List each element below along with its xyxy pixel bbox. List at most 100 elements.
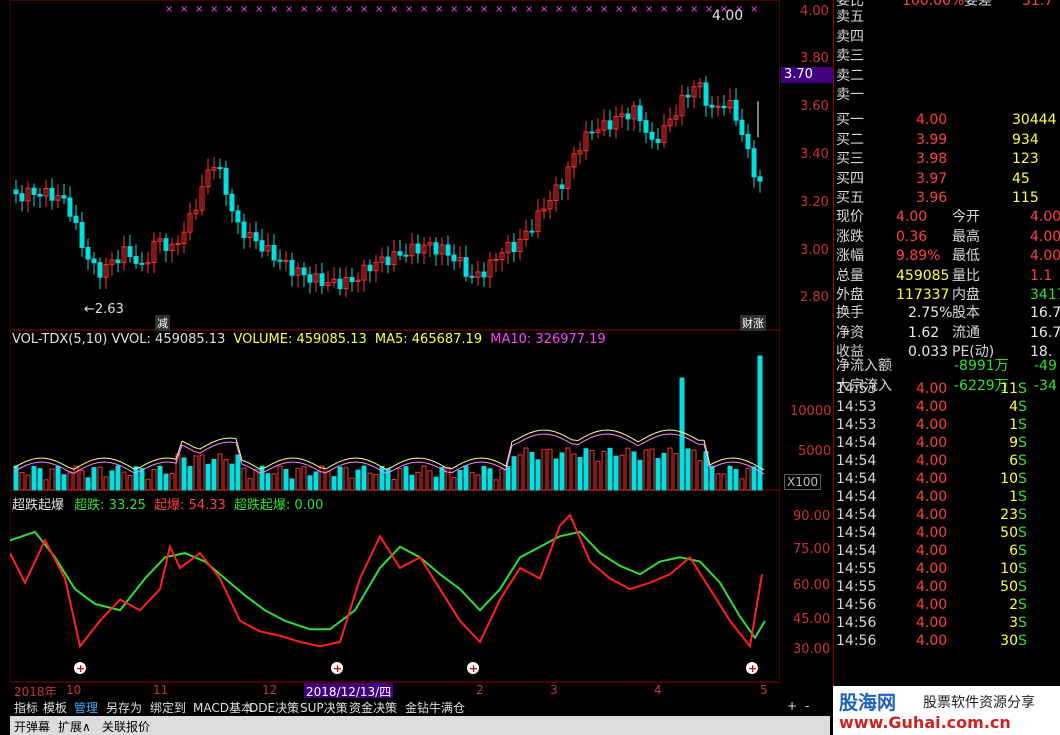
event-marker-caizhang[interactable]: 财涨	[740, 315, 766, 331]
tab-jinzuan[interactable]: 金钻牛满仓	[405, 699, 465, 716]
candle-body	[445, 244, 451, 256]
related-quote-button[interactable]: 关联报价	[102, 718, 150, 735]
y-tick: 3.20	[800, 195, 829, 210]
flow-row: 净流入额 -8991万 -49	[836, 358, 1057, 374]
volume-bar	[247, 478, 253, 491]
candle-body	[481, 271, 487, 278]
volume-bar	[217, 453, 223, 491]
tick-row: 14:55 4.00 10 S	[836, 561, 1027, 577]
volume-bar	[625, 447, 631, 491]
danmu-button[interactable]: 开弹幕	[14, 718, 50, 735]
volume-bar	[565, 447, 571, 491]
tab-moban[interactable]: 模板	[43, 699, 67, 716]
volume-bar	[37, 468, 43, 491]
signal-x: ×	[450, 4, 458, 15]
signal-x: ×	[660, 4, 668, 15]
y-tick: 4.00	[800, 4, 829, 19]
volume-bar	[391, 479, 397, 491]
tab-lingcunwei[interactable]: 另存为	[106, 699, 142, 716]
volume-bar	[475, 474, 481, 491]
candle-body	[451, 254, 457, 262]
volume-bar	[553, 458, 559, 491]
candle-body	[37, 193, 43, 197]
volume-bar	[403, 466, 409, 491]
event-marker-jian[interactable]: 减	[155, 315, 170, 331]
signal-x: ×	[510, 4, 518, 15]
volume-bar	[289, 478, 295, 491]
volume-bar	[397, 468, 403, 491]
candle-body	[625, 113, 631, 120]
candle-body	[223, 167, 229, 195]
signal-x: ×	[315, 4, 323, 15]
candle-body	[607, 120, 613, 130]
signal-x: ×	[165, 4, 173, 15]
volume-bar	[277, 465, 283, 491]
signal-x: ×	[495, 4, 503, 15]
volume-bar	[733, 469, 739, 491]
volume-bar	[607, 447, 613, 491]
ind-y-tick: 90.00	[793, 509, 831, 524]
sell-level: 卖三	[836, 48, 864, 64]
candle-body	[61, 195, 67, 199]
volume-bar	[271, 473, 277, 491]
expand-button[interactable]: 扩展∧	[58, 718, 91, 735]
x-label: 2	[476, 683, 484, 697]
signal-x: ×	[690, 4, 698, 15]
tab-zhibiao[interactable]: 指标	[14, 699, 38, 716]
candle-body	[73, 215, 79, 223]
candle-body	[97, 262, 103, 278]
volume-bar	[163, 473, 169, 491]
logo-brand: 股海网	[839, 692, 897, 714]
zoom-in-button[interactable]: +	[787, 699, 797, 713]
volume-bar	[727, 465, 733, 491]
high-price-label: 4.00	[712, 8, 744, 24]
candle-body	[655, 138, 661, 144]
tab-dde[interactable]: DDE决策	[249, 699, 299, 716]
candle-body	[397, 251, 403, 256]
candle-body	[733, 99, 739, 121]
signal-x: ×	[465, 4, 473, 15]
volume-bar	[691, 449, 697, 491]
volume-bar	[541, 449, 547, 491]
candle-body	[433, 242, 439, 255]
tab-zijin[interactable]: 资金决策	[349, 699, 397, 716]
candle-body	[163, 238, 169, 251]
volume-bar	[709, 465, 715, 491]
zoom-out-button[interactable]: -	[805, 699, 809, 713]
y-tick: 3.40	[800, 147, 829, 162]
volume-bar	[283, 468, 289, 491]
volume-bar	[469, 472, 475, 491]
buy-level: 买五 3.96 115	[836, 190, 1039, 206]
indicator-title: 超跌起爆	[12, 498, 65, 513]
tab-bangdingdao[interactable]: 绑定到	[150, 699, 186, 716]
candle-body	[115, 259, 121, 264]
volume-bar	[307, 475, 313, 491]
tab-guanli[interactable]: 管理	[74, 699, 98, 716]
volume-bar	[331, 476, 337, 491]
signal-x: ×	[480, 4, 488, 15]
ind-y-tick: 60.00	[793, 578, 831, 593]
tab-sup[interactable]: SUP决策	[300, 699, 348, 716]
signal-x: ×	[180, 4, 188, 15]
candle-body	[757, 176, 763, 182]
volume-bar	[55, 465, 61, 491]
volume-bar	[265, 473, 271, 491]
qibao-value: 起爆: 54.33	[154, 498, 226, 513]
volume-bar	[337, 466, 343, 491]
volume-bar	[679, 377, 685, 491]
candle-body	[91, 258, 97, 264]
volume-bar	[91, 467, 97, 491]
tick-row: 14:54 4.00 9 S	[836, 435, 1027, 451]
chaodieqibao-value: 超跌起爆: 0.00	[233, 498, 324, 513]
volume-bar	[523, 447, 529, 491]
stat-row: 净资1.62流通16.7亿	[836, 324, 1060, 341]
ma5-value: MA5: 465687.19	[374, 332, 483, 347]
signal-markers: × × × × × × × × × × × × × × × × × × × × × × × × × × × × × × × × × × × × × × × ×	[165, 4, 758, 15]
volume-bar	[745, 467, 751, 491]
candle-body	[13, 189, 19, 195]
volume-bar	[505, 465, 511, 491]
ind-y-tick: 45.00	[793, 612, 831, 627]
volume-bar	[85, 477, 91, 491]
signal-x: ×	[420, 4, 428, 15]
tab-macd[interactable]: MACD基本	[193, 699, 253, 716]
